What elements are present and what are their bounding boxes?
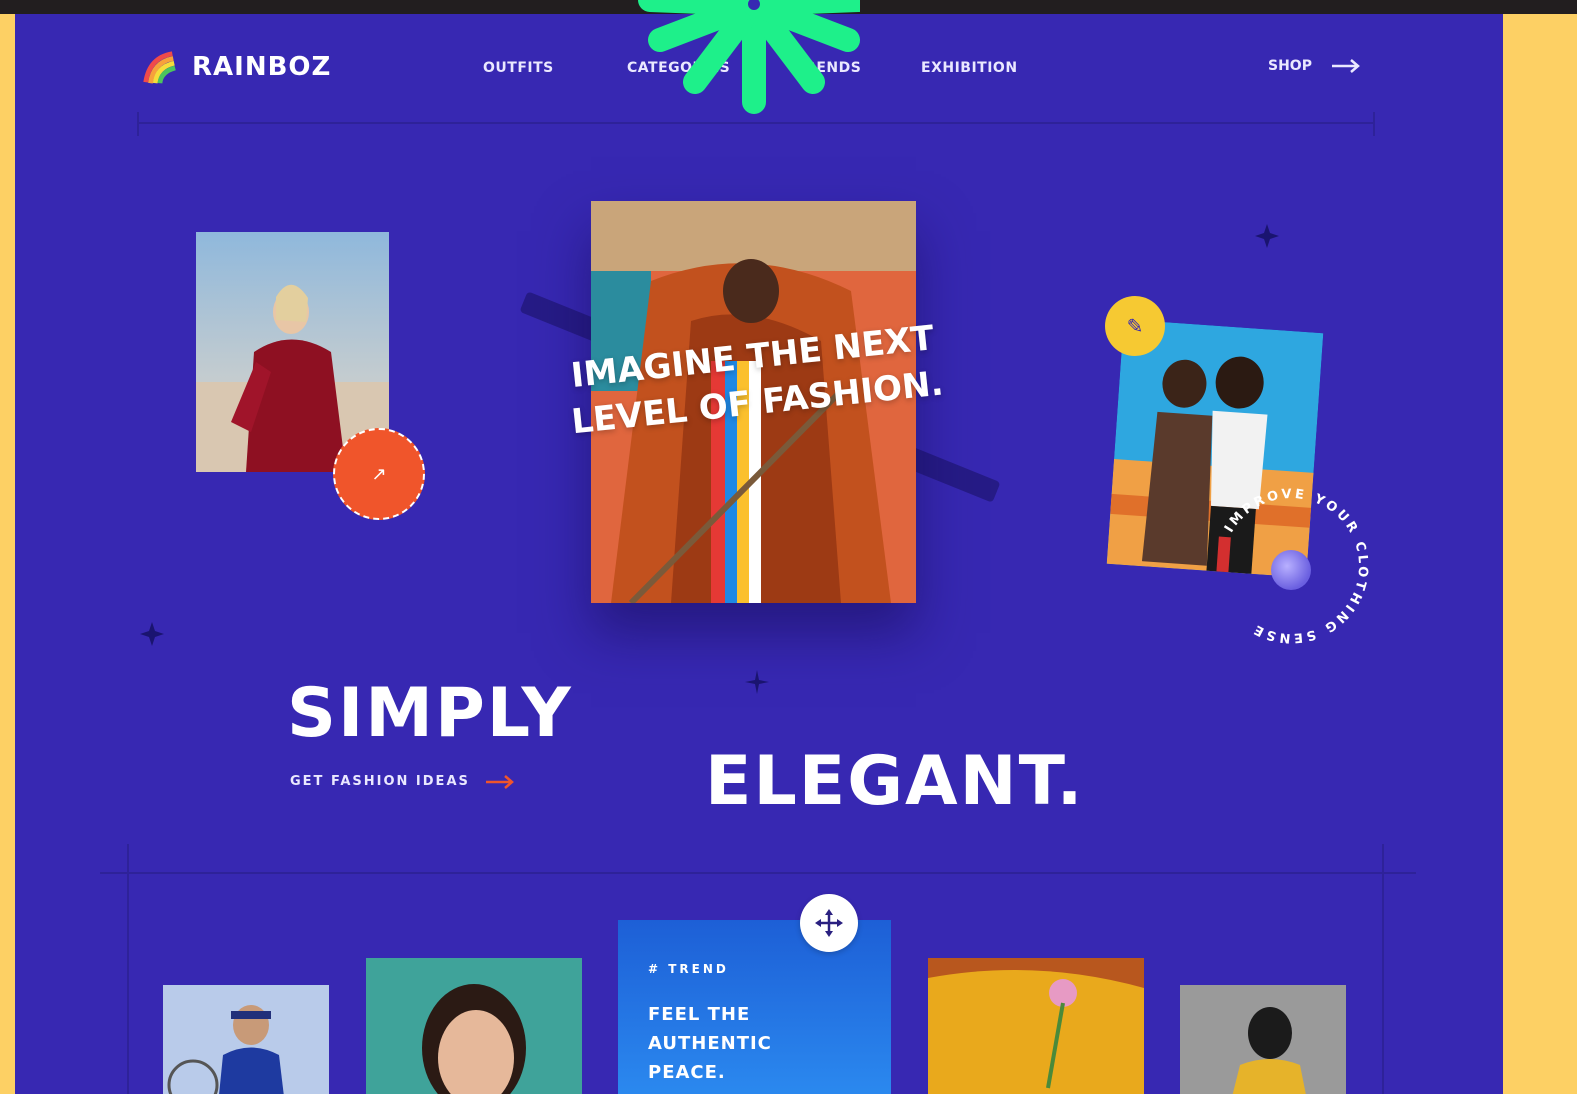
move-handle-button[interactable] xyxy=(800,894,858,952)
sparkle-icon xyxy=(745,670,769,694)
asterisk-burst-icon xyxy=(638,0,860,114)
photo-portrait-woman xyxy=(366,958,582,1094)
header-divider-cap-left xyxy=(137,112,139,136)
move-icon xyxy=(815,909,843,937)
trend-title-line: AUTHENTIC xyxy=(648,1033,772,1054)
arrow-right-icon xyxy=(485,774,514,789)
nav-outfits[interactable]: OUTFITS xyxy=(483,60,554,76)
photo-man-portrait xyxy=(1180,985,1346,1094)
ticket-icon: ✎ xyxy=(1126,315,1144,338)
arrow-up-right-icon: ↗ xyxy=(371,463,387,484)
header-divider xyxy=(137,122,1375,124)
trend-title: FEEL THE AUTHENTIC PEACE. xyxy=(648,1000,861,1087)
get-fashion-ideas-link[interactable]: GET FASHION IDEAS xyxy=(290,774,514,789)
sparkle-icon xyxy=(1255,224,1279,248)
ticket-badge: ✎ xyxy=(1105,296,1165,356)
arrow-right-icon xyxy=(1331,59,1360,73)
cta-label: GET FASHION IDEAS xyxy=(290,774,470,789)
trend-card[interactable]: # TREND FEEL THE AUTHENTIC PEACE. xyxy=(618,920,891,1094)
sparkle-icon xyxy=(140,622,164,646)
photo-cyclist xyxy=(163,985,329,1094)
glow-orb xyxy=(1271,550,1311,590)
section-line-right xyxy=(1382,844,1384,1094)
trend-tag: # TREND xyxy=(648,962,729,976)
headline-elegant: ELEGANT. xyxy=(705,742,1085,821)
section-divider xyxy=(100,872,1416,874)
header-divider-cap-right xyxy=(1373,112,1375,136)
photo-yellow-flower xyxy=(928,958,1144,1094)
shop-link[interactable]: SHOP xyxy=(1268,58,1360,74)
shop-label: SHOP xyxy=(1268,58,1312,74)
headline-simply: SIMPLY xyxy=(287,674,573,753)
section-line-left xyxy=(127,844,129,1094)
website-preview: RAINBOZ OUTFITS CATEGORIES TRENDS EXHIBI… xyxy=(15,14,1503,1094)
nav-exhibition[interactable]: EXHIBITION xyxy=(921,60,1018,76)
brand-name: RAINBOZ xyxy=(192,52,332,82)
arrow-badge-button[interactable]: ↗ xyxy=(333,428,425,520)
rainbow-icon xyxy=(143,51,176,84)
trend-title-line: FEEL THE xyxy=(648,1004,751,1025)
trend-title-line: PEACE. xyxy=(648,1062,726,1083)
brand-logo[interactable]: RAINBOZ xyxy=(140,48,331,86)
